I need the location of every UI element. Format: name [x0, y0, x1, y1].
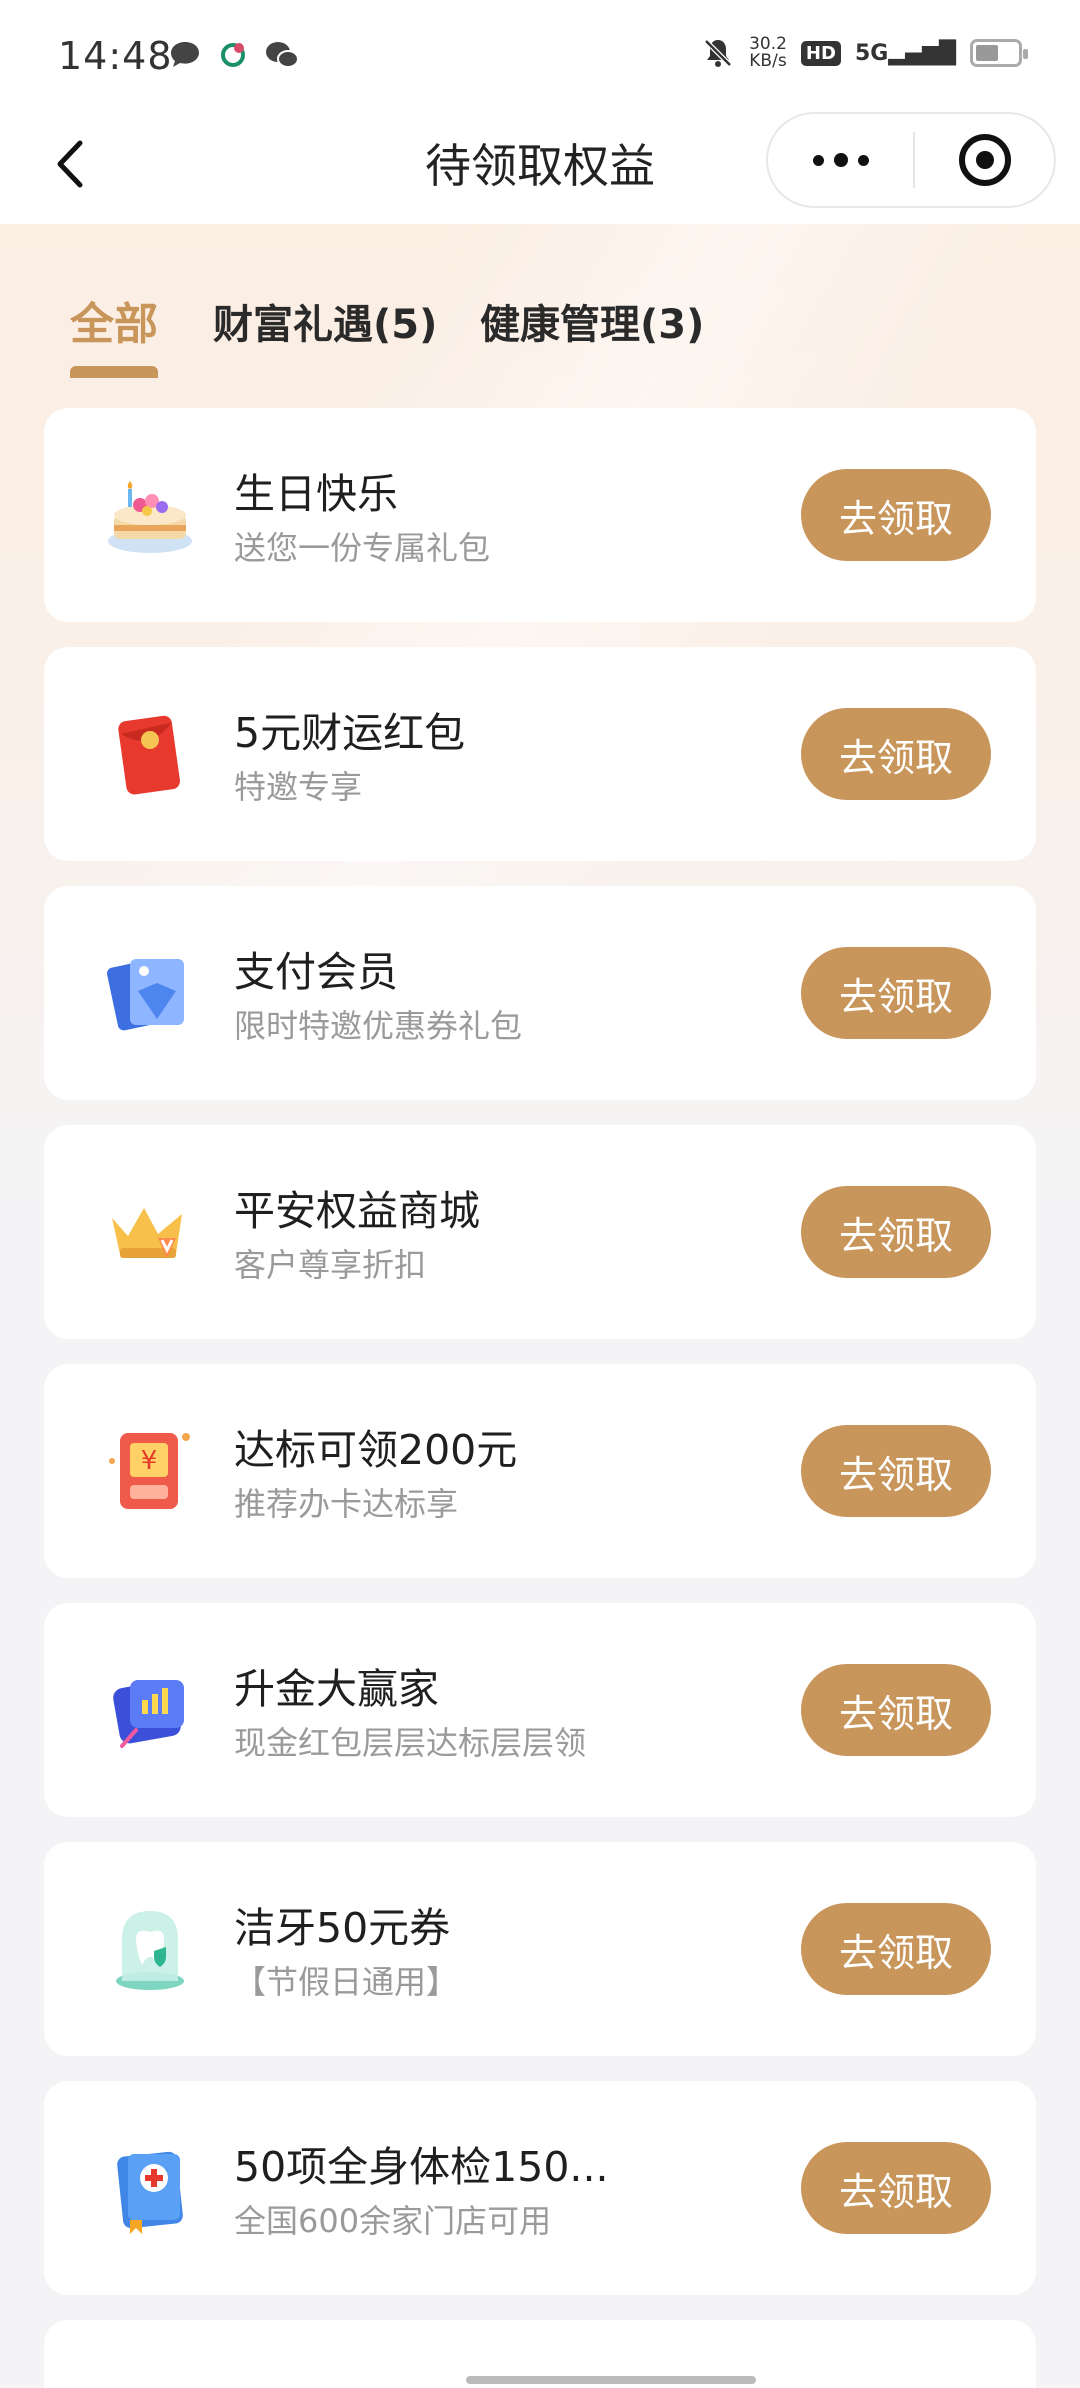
benefit-title: 升金大赢家	[234, 1665, 439, 1713]
close-miniprogram-button[interactable]	[915, 134, 1054, 186]
message-bubble-icon	[171, 42, 199, 67]
hd-badge: HD	[800, 40, 841, 66]
medical-book-icon	[117, 2151, 183, 2234]
benefit-subtitle: 现金红包层层达标层层领	[234, 1724, 587, 1762]
benefit-card[interactable]: 生日快乐 送您一份专属礼包 去领取	[44, 408, 1036, 622]
more-button[interactable]	[768, 114, 913, 206]
claim-button[interactable]: 去领取	[801, 1425, 991, 1517]
benefit-list: 生日快乐 送您一份专属礼包 去领取 5元财运红包 特邀专享 去领取 支付会员 限…	[44, 408, 1036, 2388]
category-tabs: 全部 财富礼遇(5) 健康管理(3)	[0, 282, 1080, 382]
gold-card-icon	[113, 1680, 184, 1748]
benefit-subtitle: 限时特邀优惠券礼包	[234, 1007, 523, 1045]
benefit-subtitle: 客户尊享折扣	[234, 1246, 427, 1284]
yuan-reward-icon: ¥	[109, 1433, 190, 1509]
more-dot-icon	[812, 154, 824, 166]
birthday-cake-icon	[108, 481, 192, 553]
active-tab-indicator	[70, 366, 158, 378]
claim-button[interactable]: 去领取	[801, 469, 991, 561]
benefit-card[interactable]: 50项全身体检150... 全国600余家门店可用 去领取	[44, 2081, 1036, 2295]
tooth-dome-icon	[116, 1911, 184, 1990]
tab-health[interactable]: 健康管理(3)	[480, 292, 704, 350]
nav-bar: 待领取权益	[0, 112, 1080, 224]
more-dot-icon	[833, 153, 848, 167]
claim-button[interactable]: 去领取	[801, 2142, 991, 2234]
benefit-card[interactable]: 支付会员 限时特邀优惠券礼包 去领取	[44, 886, 1036, 1100]
system-status-icons: 30.2 KB/s HD 5G▂▄▆█	[701, 34, 1028, 71]
member-card-icon	[107, 959, 184, 1031]
benefit-title: 50项全身体检150...	[234, 2143, 609, 2191]
tab-all[interactable]: 全部	[70, 288, 158, 352]
benefit-title: 生日快乐	[234, 470, 398, 518]
crown-icon	[112, 1208, 182, 1258]
wechat-icon	[266, 42, 299, 68]
benefit-title: 5元财运红包	[234, 709, 466, 757]
benefit-card[interactable]: 平安权益商城 客户尊享折扣 去领取	[44, 1125, 1036, 1339]
benefit-subtitle: 全国600余家门店可用	[234, 2202, 552, 2240]
red-envelope-icon	[118, 715, 181, 795]
benefit-subtitle: 特邀专享	[234, 768, 363, 806]
benefit-subtitle: 【节假日通用】	[234, 1963, 459, 2001]
benefit-card[interactable]: ¥ 达标可领200元 推荐办卡达标享 去领取	[44, 1364, 1036, 1578]
miniprogram-capsule	[766, 112, 1056, 208]
status-bar: 14:48 30.2 KB/s HD 5G▂▄▆█	[0, 0, 1080, 112]
benefit-title: 洁牙50元券	[234, 1904, 451, 1952]
target-circle-icon	[958, 134, 1011, 186]
app-notification-icon	[221, 43, 245, 67]
mute-bell-icon	[704, 39, 732, 67]
notification-icons	[168, 38, 300, 72]
benefit-card[interactable]: 洁牙50元券 【节假日通用】 去领取	[44, 1842, 1036, 2056]
claim-button[interactable]: 去领取	[801, 1186, 991, 1278]
benefit-card[interactable]: 升金大赢家 现金红包层层达标层层领 去领取	[44, 1603, 1036, 1817]
more-dot-icon	[857, 154, 869, 166]
benefit-subtitle: 送您一份专属礼包	[234, 529, 491, 567]
claim-button[interactable]: 去领取	[801, 947, 991, 1039]
benefit-title: 达标可领200元	[234, 1426, 518, 1474]
benefit-subtitle: 推荐办卡达标享	[234, 1485, 459, 1523]
net-speed: 30.2 KB/s	[749, 34, 787, 71]
benefit-title: 平安权益商城	[234, 1187, 480, 1235]
claim-button[interactable]: 去领取	[801, 1664, 991, 1756]
svg-text:¥: ¥	[141, 1446, 158, 1476]
status-time: 14:48	[58, 34, 173, 78]
tab-wealth[interactable]: 财富礼遇(5)	[213, 292, 437, 350]
signal-icon: 5G▂▄▆█	[854, 40, 956, 66]
benefit-card[interactable]: 5元财运红包 特邀专享 去领取	[44, 647, 1036, 861]
claim-button[interactable]: 去领取	[801, 708, 991, 800]
claim-button[interactable]: 去领取	[801, 1903, 991, 1995]
benefit-title: 支付会员	[234, 948, 398, 996]
home-indicator[interactable]	[466, 2376, 756, 2384]
battery-icon	[970, 39, 1028, 67]
